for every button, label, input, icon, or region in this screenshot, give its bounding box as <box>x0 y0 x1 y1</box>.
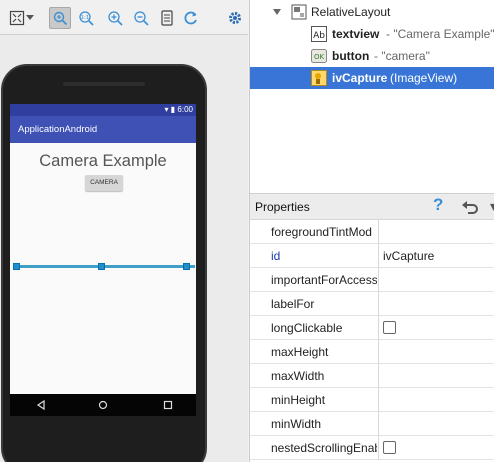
tree-row-root[interactable]: RelativeLayout <box>250 1 494 23</box>
tree-row-button[interactable]: OK button - "camera" <box>250 45 494 67</box>
property-name: foregroundTintMod <box>271 225 372 239</box>
column-divider <box>378 316 379 340</box>
phone-speaker-icon <box>63 82 145 86</box>
property-row[interactable]: id ivCapture <box>250 244 494 268</box>
component-tree: RelativeLayout Ab textview - "Camera Exa… <box>250 0 494 190</box>
status-bar: ▾ ▮ 6:00 <box>10 104 196 116</box>
zoom-in-icon[interactable] <box>104 7 126 29</box>
property-name: id <box>271 249 281 263</box>
svg-text:1:1: 1:1 <box>81 15 90 21</box>
nestedscrolling-checkbox[interactable] <box>383 441 396 454</box>
actual-size-icon[interactable]: 1:1 <box>75 7 97 29</box>
tree-item-id: button <box>332 49 370 63</box>
more-options-icon[interactable]: ▾ <box>490 198 494 215</box>
property-row[interactable]: maxWidth <box>250 364 494 388</box>
expand-arrow-icon[interactable] <box>273 8 281 16</box>
svg-text:Ab: Ab <box>313 31 325 41</box>
settings-icon[interactable] <box>224 7 246 29</box>
zoom-out-icon[interactable] <box>130 7 152 29</box>
property-name: longClickable <box>271 321 343 335</box>
column-divider <box>378 412 379 436</box>
relativelayout-icon <box>291 4 307 20</box>
column-divider <box>378 364 379 388</box>
property-name: maxHeight <box>271 345 329 359</box>
zoom-to-fit-icon[interactable] <box>49 7 71 29</box>
tree-row-textview[interactable]: Ab textview - "Camera Example" <box>250 23 494 45</box>
navigation-bar <box>10 394 196 416</box>
wifi-icon: ▾ <box>164 105 169 114</box>
property-row[interactable]: maxHeight <box>250 340 494 364</box>
resize-handle-center[interactable] <box>98 263 105 270</box>
property-name: minWidth <box>271 417 322 431</box>
property-name: importantForAccess <box>271 273 377 287</box>
tree-root-label: RelativeLayout <box>311 5 391 19</box>
properties-header: Properties ? ▾ <box>250 193 494 220</box>
tree-item-id: textview <box>332 27 380 41</box>
properties-table: foregroundTintMod id ivCapture important… <box>250 220 494 460</box>
property-row[interactable]: longClickable <box>250 316 494 340</box>
tree-item-detail: - "Camera Example" <box>386 27 494 41</box>
dropdown-arrow-icon[interactable] <box>24 7 36 29</box>
action-bar: ApplicationAndroid <box>10 116 196 143</box>
column-divider <box>378 292 379 316</box>
camera-button[interactable]: CAMERA <box>85 175 123 191</box>
status-time: 6:00 <box>177 105 193 114</box>
tree-item-id: ivCapture <box>332 71 388 85</box>
column-divider <box>378 436 379 460</box>
property-row[interactable]: labelFor <box>250 292 494 316</box>
resize-handle-right[interactable] <box>183 263 190 270</box>
property-name: minHeight <box>271 393 326 407</box>
app-title: ApplicationAndroid <box>18 124 98 135</box>
property-row[interactable]: importantForAccess <box>250 268 494 292</box>
property-name: maxWidth <box>271 369 325 383</box>
imageview-icon <box>311 70 327 86</box>
column-divider <box>378 220 379 244</box>
property-row[interactable]: foregroundTintMod <box>250 220 494 244</box>
svg-text:OK: OK <box>314 53 325 61</box>
screenshot-icon[interactable] <box>156 7 178 29</box>
column-divider <box>378 388 379 412</box>
home-icon[interactable] <box>97 399 109 411</box>
tree-item-detail: - "camera" <box>374 49 430 63</box>
property-row[interactable]: nestedScrollingEnab <box>250 436 494 460</box>
design-toolbar: 1:1 <box>0 0 248 35</box>
textview-preview[interactable]: Camera Example <box>10 152 196 171</box>
property-row[interactable]: minWidth <box>250 412 494 436</box>
column-divider <box>378 340 379 364</box>
back-icon[interactable] <box>35 399 47 411</box>
property-name: nestedScrollingEnab <box>271 441 377 455</box>
properties-title: Properties <box>255 200 310 214</box>
recents-icon[interactable] <box>162 399 174 411</box>
column-divider <box>378 268 379 292</box>
textview-icon: Ab <box>311 26 327 42</box>
refresh-icon[interactable] <box>180 7 202 29</box>
tree-row-ivcapture[interactable]: ivCapture (ImageView) <box>250 67 494 89</box>
property-row[interactable]: minHeight <box>250 388 494 412</box>
inspector-pane: RelativeLayout Ab textview - "Camera Exa… <box>249 0 494 462</box>
property-value[interactable]: ivCapture <box>383 244 434 268</box>
battery-icon: ▮ <box>170 105 176 114</box>
restore-icon[interactable] <box>461 199 479 215</box>
tree-item-detail: (ImageView) <box>390 71 458 85</box>
resize-handle-left[interactable] <box>13 263 20 270</box>
design-pane: 1:1 ▾ ▮ 6:00 ApplicationAndroid Camera E… <box>0 0 248 462</box>
longclickable-checkbox[interactable] <box>383 321 396 334</box>
button-icon: OK <box>311 49 327 63</box>
column-divider <box>378 244 379 268</box>
device-screen: ▾ ▮ 6:00 ApplicationAndroid Camera Examp… <box>10 104 196 394</box>
help-icon[interactable]: ? <box>433 195 443 215</box>
property-name: labelFor <box>271 297 315 311</box>
